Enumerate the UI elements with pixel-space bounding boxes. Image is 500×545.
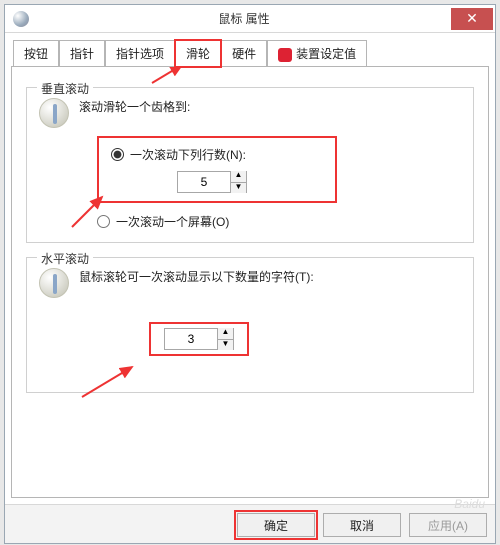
chars-spinner-value[interactable]: 3: [165, 332, 217, 346]
tab-label: 滑轮: [186, 47, 210, 61]
apply-button[interactable]: 应用(A): [409, 513, 487, 537]
cancel-button[interactable]: 取消: [323, 513, 401, 537]
tab-label: 硬件: [232, 47, 256, 61]
tab-panel-wheel: 垂直滚动 滚动滑轮一个齿格到: 一次滚动下列行数(N): 5 ▲ ▼: [11, 66, 489, 498]
radio-scroll-screen-label: 一次滚动一个屏幕(O): [116, 213, 229, 230]
wheel-icon: [39, 98, 69, 128]
mouse-properties-window: 鼠标 属性 ✕ 按钮 指针 指针选项 滑轮 硬件 装置设定值 垂直滚动 滚动滑轮…: [4, 4, 496, 544]
lines-spinner[interactable]: 5 ▲ ▼: [177, 171, 247, 193]
chars-spinner[interactable]: 3 ▲ ▼: [164, 328, 234, 350]
ok-button[interactable]: 确定: [237, 513, 315, 537]
lines-spinner-value[interactable]: 5: [178, 175, 230, 189]
app-icon: [13, 11, 29, 27]
tab-label: 指针: [70, 47, 94, 61]
chars-spinner-down[interactable]: ▼: [217, 339, 233, 350]
horizontal-intro-label: 鼠标滚轮可一次滚动显示以下数量的字符(T):: [79, 268, 314, 285]
tab-wheel[interactable]: 滑轮: [175, 40, 221, 67]
group-vertical-scroll: 垂直滚动 滚动滑轮一个齿格到: 一次滚动下列行数(N): 5 ▲ ▼: [26, 87, 474, 243]
lines-spinner-up[interactable]: ▲: [230, 171, 246, 182]
tab-pointer[interactable]: 指针: [59, 40, 105, 67]
tab-hardware[interactable]: 硬件: [221, 40, 267, 67]
dialog-button-row: 确定 取消 应用(A): [5, 504, 495, 543]
tab-device-settings[interactable]: 装置设定值: [267, 40, 367, 67]
client-area: 按钮 指针 指针选项 滑轮 硬件 装置设定值 垂直滚动 滚动滑轮一个齿格到: 一…: [5, 33, 495, 504]
chars-spinner-up[interactable]: ▲: [217, 328, 233, 339]
group-legend: 水平滚动: [37, 250, 93, 267]
group-horizontal-scroll: 水平滚动 鼠标滚轮可一次滚动显示以下数量的字符(T): 3 ▲ ▼: [26, 257, 474, 393]
chars-setting-block: 3 ▲ ▼: [149, 322, 249, 356]
radio-scroll-lines[interactable]: [111, 148, 124, 161]
wheel-icon: [39, 268, 69, 298]
tab-pointer-options[interactable]: 指针选项: [105, 40, 175, 67]
tab-strip: 按钮 指针 指针选项 滑轮 硬件 装置设定值: [13, 39, 489, 66]
tab-label: 装置设定值: [296, 47, 356, 61]
tab-label: 按钮: [24, 47, 48, 61]
lines-spinner-down[interactable]: ▼: [230, 182, 246, 193]
synaptics-icon: [278, 48, 292, 62]
lines-setting-block: 一次滚动下列行数(N): 5 ▲ ▼: [97, 136, 337, 203]
radio-scroll-lines-label: 一次滚动下列行数(N):: [130, 146, 246, 163]
group-legend: 垂直滚动: [37, 80, 93, 97]
window-title: 鼠标 属性: [37, 10, 451, 27]
close-button[interactable]: ✕: [451, 8, 493, 30]
radio-scroll-screen[interactable]: [97, 215, 110, 228]
titlebar: 鼠标 属性 ✕: [5, 5, 495, 33]
vertical-intro-label: 滚动滑轮一个齿格到:: [79, 98, 190, 115]
tab-label: 指针选项: [116, 47, 164, 61]
tab-buttons[interactable]: 按钮: [13, 40, 59, 67]
